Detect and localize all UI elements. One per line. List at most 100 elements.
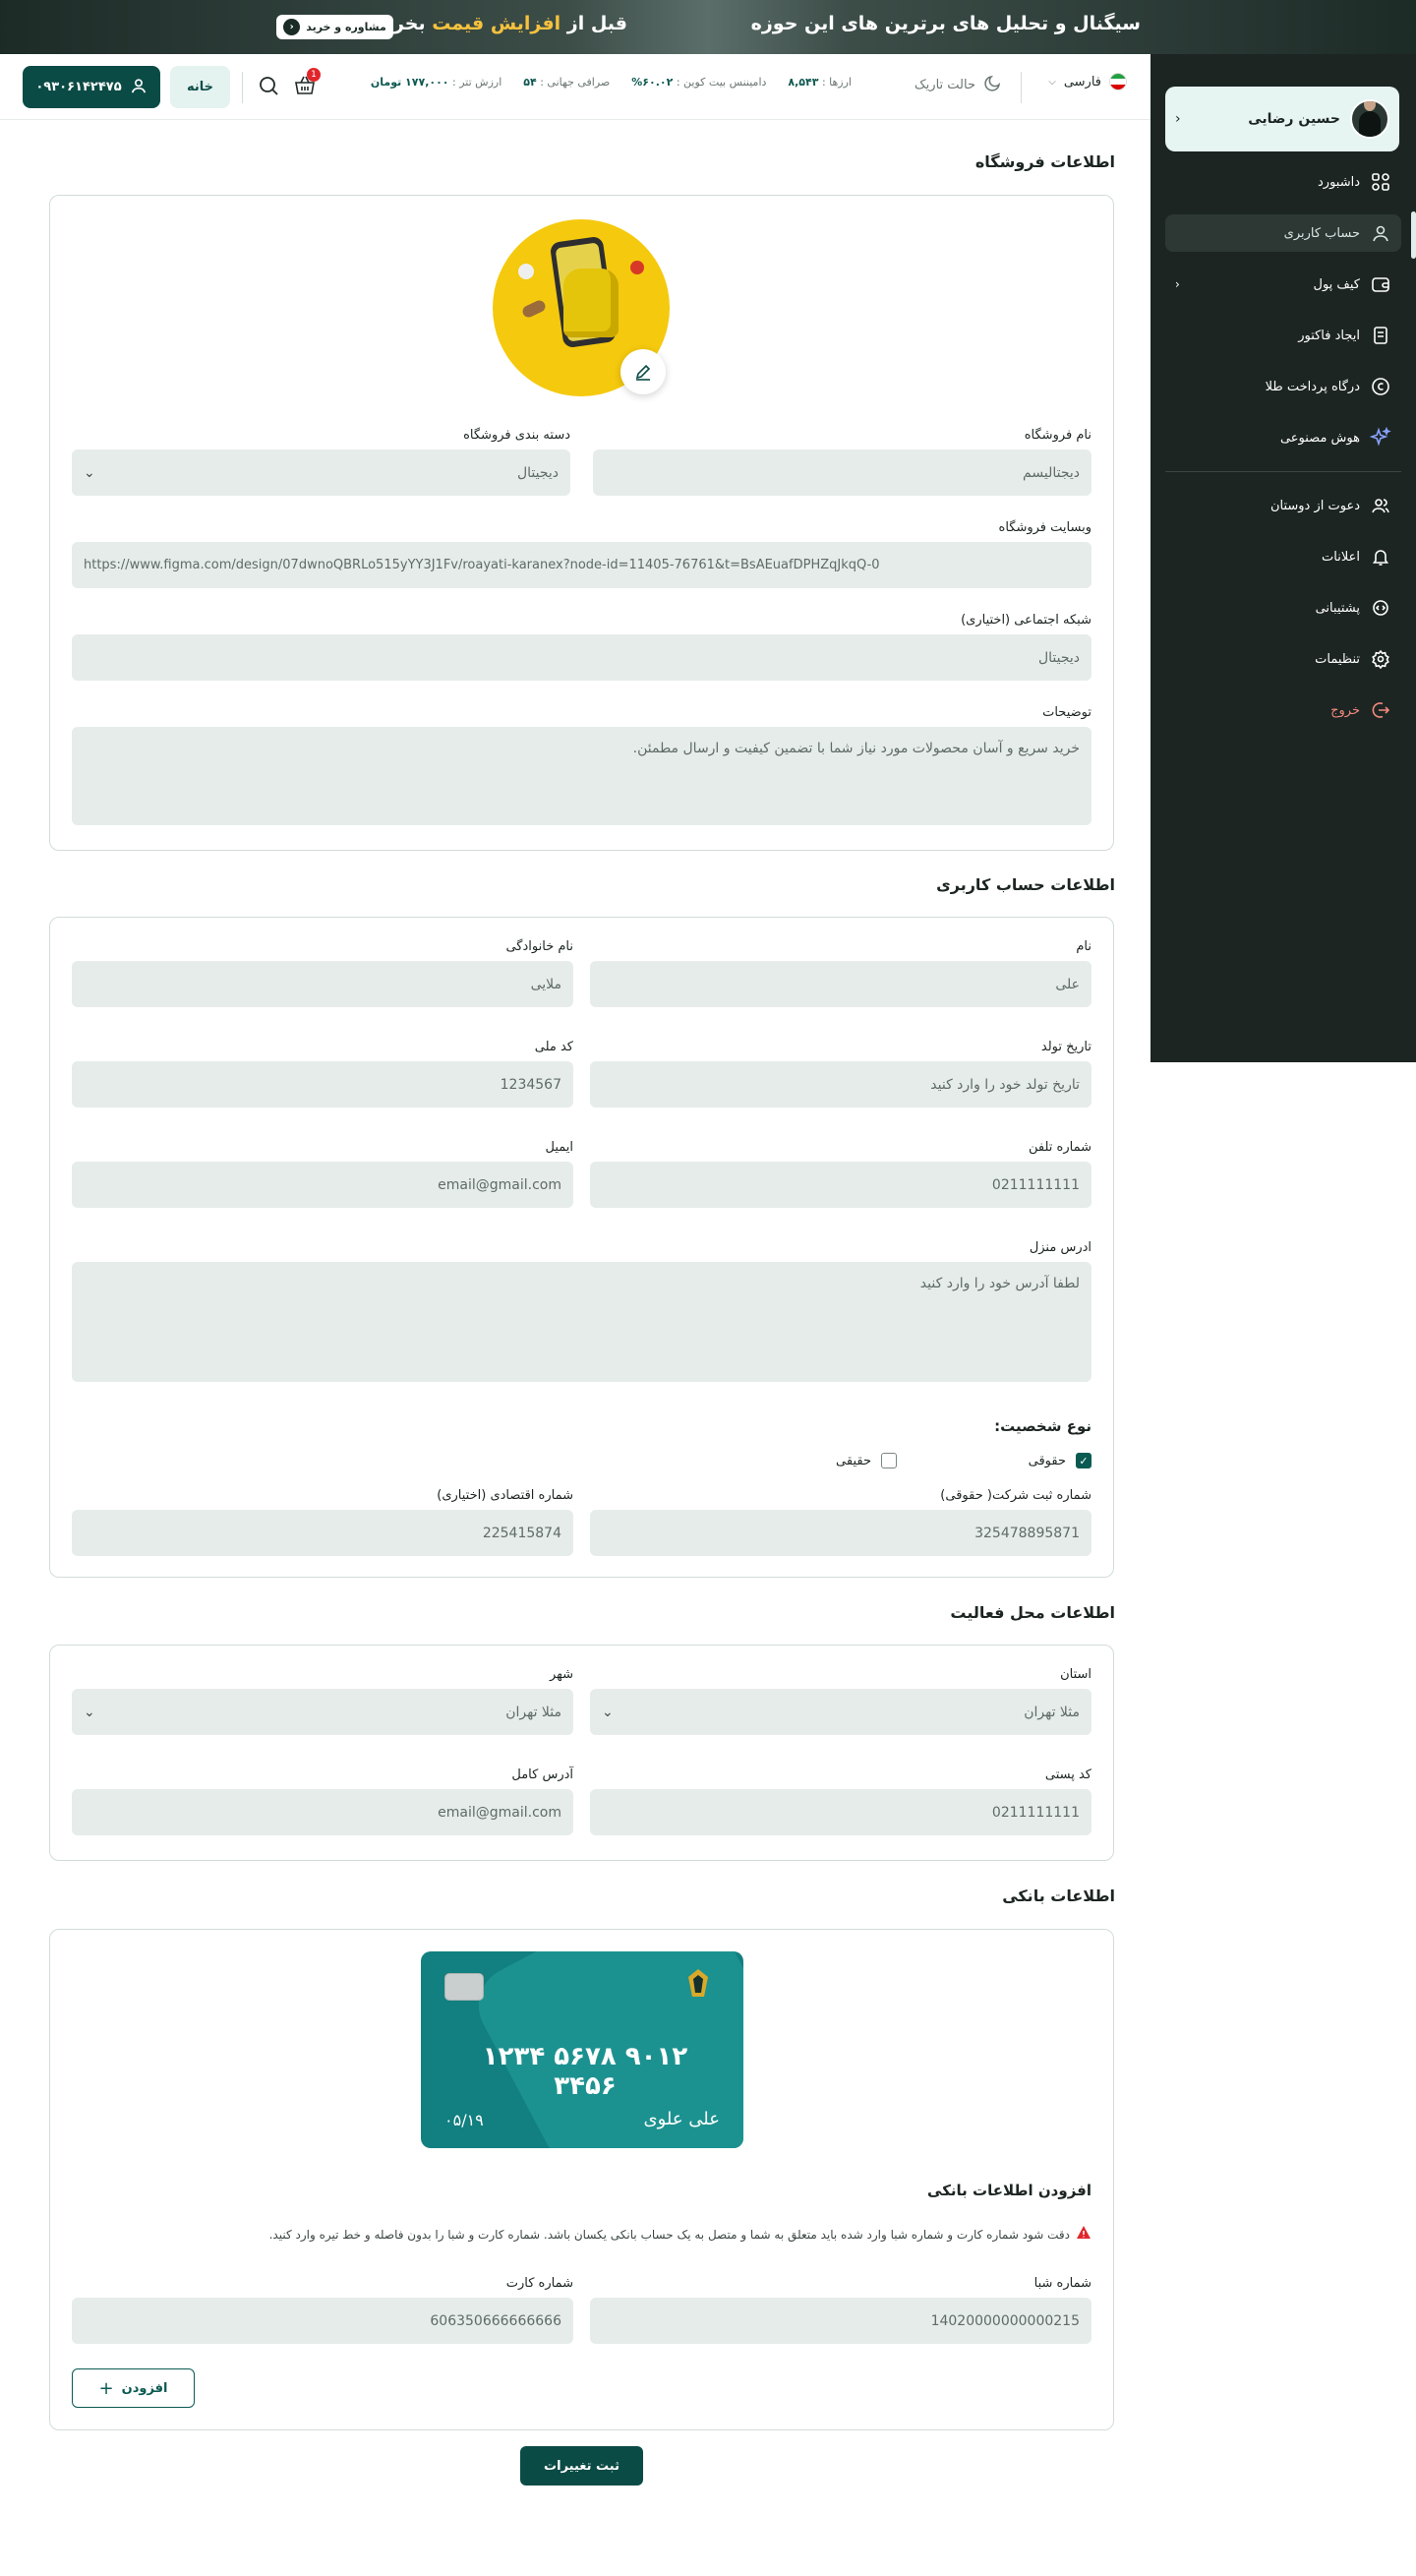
home-address-textarea[interactable]: لطفا آدرس خود را وارد کنید bbox=[72, 1262, 1092, 1382]
invite-users-icon bbox=[1370, 495, 1391, 516]
promo-banner: سیگنال و تحلیل های برترین های این حوزه ق… bbox=[0, 0, 1416, 54]
national-id-input[interactable]: 1234567 bbox=[72, 1061, 573, 1108]
company-reg-field: شماره ثبت شرکت( حقوقی) 325478895871 bbox=[590, 1488, 1092, 1556]
cart-button[interactable]: 1 bbox=[291, 68, 321, 99]
sidebar-item-ai[interactable]: هوش مصنوعی bbox=[1165, 419, 1401, 456]
field-label: وبسایت فروشگاه bbox=[998, 520, 1092, 535]
stat-btc-dominance: دامیننس بیت کوین : ۶۰.۰۲% bbox=[631, 76, 767, 89]
consult-buy-button[interactable]: مشاوره و خرید ‹ bbox=[276, 15, 393, 39]
sidebar-item-label: درگاه پرداخت طلا bbox=[1265, 379, 1360, 394]
person-type-title: نوع شخصیت: bbox=[994, 1417, 1092, 1435]
dark-mode-label: حالت تاریک bbox=[914, 77, 975, 92]
person-type-real[interactable]: حقیقی bbox=[836, 1453, 897, 1468]
avatar bbox=[1350, 99, 1389, 139]
chevron-down-icon: ⌄ bbox=[602, 1704, 614, 1720]
chevron-down-icon: ⌄ bbox=[84, 1704, 95, 1720]
province-select[interactable]: مثلا تهران ⌄ bbox=[590, 1689, 1092, 1735]
sidebar-item-invoice[interactable]: ایجاد فاکتور bbox=[1165, 317, 1401, 354]
chevron-down-icon: ⌄ bbox=[84, 464, 95, 481]
gear-icon bbox=[1370, 648, 1391, 670]
bank-emblem-icon bbox=[682, 1967, 714, 2003]
home-button[interactable]: خانه bbox=[170, 66, 230, 108]
sidebar-item-gold-gateway[interactable]: درگاه پرداخت طلا bbox=[1165, 368, 1401, 405]
language-label: فارسی bbox=[1063, 74, 1101, 90]
ai-sparkle-icon bbox=[1370, 427, 1391, 449]
search-button[interactable] bbox=[255, 74, 280, 99]
add-bank-button[interactable]: افزودن + bbox=[72, 2368, 195, 2408]
field-label: شماره اقتصادی (اختیاری) bbox=[437, 1488, 573, 1503]
sidebar-item-notifications[interactable]: اعلانات bbox=[1165, 538, 1401, 575]
sheba-field: شماره شبا 14020000000000215 bbox=[590, 2276, 1092, 2344]
store-description-field: توضیحات خرید سریع و آسان محصولات مورد نی… bbox=[72, 705, 1092, 825]
store-social-field: شبکه اجتماعی (اختیاری) دیجیتال bbox=[72, 613, 1092, 681]
card-number: ۱۲۳۴ ۵۶۷۸ ۹۰۱۲ ۳۴۵۶ bbox=[482, 2042, 688, 2101]
field-label: شماره تلفن bbox=[1029, 1140, 1092, 1155]
company-reg-input[interactable]: 325478895871 bbox=[590, 1510, 1092, 1556]
dark-mode-toggle[interactable]: حالت تاریک bbox=[914, 73, 1003, 96]
chevron-left-icon: ‹ bbox=[1175, 111, 1181, 127]
logout-icon bbox=[1370, 699, 1391, 721]
city-select[interactable]: مثلا تهران ⌄ bbox=[72, 1689, 573, 1735]
field-label: کد ملی bbox=[534, 1040, 573, 1054]
card-number-input[interactable]: 606350666666666 bbox=[72, 2298, 573, 2344]
card-number-field: شماره کارت 606350666666666 bbox=[72, 2276, 573, 2344]
moon-icon bbox=[983, 73, 1003, 96]
field-label: ایمیل bbox=[545, 1140, 573, 1155]
phone-input[interactable]: 0211111111 bbox=[590, 1162, 1092, 1208]
field-label: توضیحات bbox=[1042, 705, 1092, 720]
field-label: استان bbox=[1060, 1667, 1092, 1682]
location-info-card: استان مثلا تهران ⌄ شهر مثلا تهران ⌄ کد پست… bbox=[49, 1645, 1114, 1861]
sidebar-item-invite[interactable]: دعوت از دوستان bbox=[1165, 487, 1401, 524]
store-category-select[interactable]: دیجیتال ⌄ bbox=[72, 449, 570, 496]
sheba-input[interactable]: 14020000000000215 bbox=[590, 2298, 1092, 2344]
chevron-left-icon: ‹ bbox=[1175, 277, 1180, 291]
sidebar-item-logout[interactable]: خروج bbox=[1165, 691, 1401, 729]
sidebar-item-wallet[interactable]: کیف پول ‹ bbox=[1165, 266, 1401, 303]
edit-logo-button[interactable] bbox=[620, 349, 666, 394]
checkbox-label: حقوقی bbox=[1028, 1453, 1066, 1468]
search-icon bbox=[260, 77, 278, 95]
first-name-input[interactable]: علی bbox=[590, 961, 1092, 1007]
bank-warning: دقت شود شماره کارت و شماره شبا وارد شده … bbox=[269, 2225, 1092, 2244]
checkbox-checked-icon[interactable]: ✓ bbox=[1076, 1453, 1092, 1468]
sidebar-item-label: کیف پول bbox=[1313, 276, 1360, 292]
user-phone-button[interactable]: ۰۹۳۰۶۱۴۲۴۷۵ bbox=[23, 66, 160, 108]
person-type-legal[interactable]: ✓ حقوقی bbox=[1029, 1453, 1092, 1468]
sidebar-item-label: حساب کاربری bbox=[1283, 225, 1360, 241]
plus-icon: + bbox=[98, 2377, 114, 2399]
sidebar-item-account[interactable]: حساب کاربری bbox=[1165, 214, 1401, 252]
sidebar-scrollbar[interactable] bbox=[1411, 211, 1416, 259]
stat-exchanges: صرافی جهانی : ۵۴ bbox=[523, 76, 611, 89]
full-address-input[interactable]: email@gmail.com bbox=[72, 1789, 573, 1835]
save-changes-button[interactable]: ثبت تغییرات bbox=[520, 2446, 643, 2486]
store-name-input[interactable]: دیجتالیسم bbox=[593, 449, 1092, 496]
warning-text: دقت شود شماره کارت و شماره شبا وارد شده … bbox=[268, 2227, 1070, 2242]
sidebar-item-label: تنظیمات bbox=[1315, 651, 1360, 667]
store-description-textarea[interactable]: خرید سریع و آسان محصولات مورد نیاز شما ب… bbox=[72, 727, 1092, 825]
user-phone-label: ۰۹۳۰۶۱۴۲۴۷۵ bbox=[35, 80, 122, 94]
account-section-title: اطلاعات حساب کاربری bbox=[936, 875, 1115, 894]
store-website-input[interactable]: https://www.figma.com/design/07dwnoQBRLo… bbox=[72, 542, 1092, 588]
invoice-icon bbox=[1370, 325, 1391, 346]
sidebar-item-settings[interactable]: تنظیمات bbox=[1165, 640, 1401, 678]
email-input[interactable]: email@gmail.com bbox=[72, 1162, 573, 1208]
birth-date-input[interactable]: تاریخ تولد خود را وارد کنید bbox=[590, 1061, 1092, 1108]
card-chip-icon bbox=[444, 1973, 484, 2001]
store-name-field: نام فروشگاه دیجتالیسم bbox=[593, 428, 1092, 496]
gold-coin-icon bbox=[1370, 376, 1391, 397]
sidebar-item-label: خروج bbox=[1330, 702, 1360, 718]
sidebar-item-dashboard[interactable]: داشبورد bbox=[1165, 163, 1401, 201]
banner-offer: قبل از افزایش قیمت بخرید bbox=[375, 13, 627, 34]
chevron-left-icon: ‹ bbox=[283, 19, 301, 35]
birth-date-field: تاریخ تولد تاریخ تولد خود را وارد کنید bbox=[590, 1040, 1092, 1108]
economic-code-input[interactable]: 225415874 bbox=[72, 1510, 573, 1556]
postal-code-input[interactable]: 0211111111 bbox=[590, 1789, 1092, 1835]
last-name-input[interactable]: ملایی bbox=[72, 961, 573, 1007]
language-selector[interactable]: فارسی ⌵ bbox=[1048, 73, 1127, 90]
user-profile-card[interactable]: حسین رضایی ‹ bbox=[1165, 87, 1399, 151]
sidebar-item-support[interactable]: پشتیبانی bbox=[1165, 589, 1401, 627]
checkbox-empty-icon[interactable] bbox=[881, 1453, 897, 1468]
warning-icon bbox=[1076, 2225, 1092, 2244]
store-social-input[interactable]: دیجیتال bbox=[72, 634, 1092, 681]
support-icon bbox=[1370, 597, 1391, 619]
